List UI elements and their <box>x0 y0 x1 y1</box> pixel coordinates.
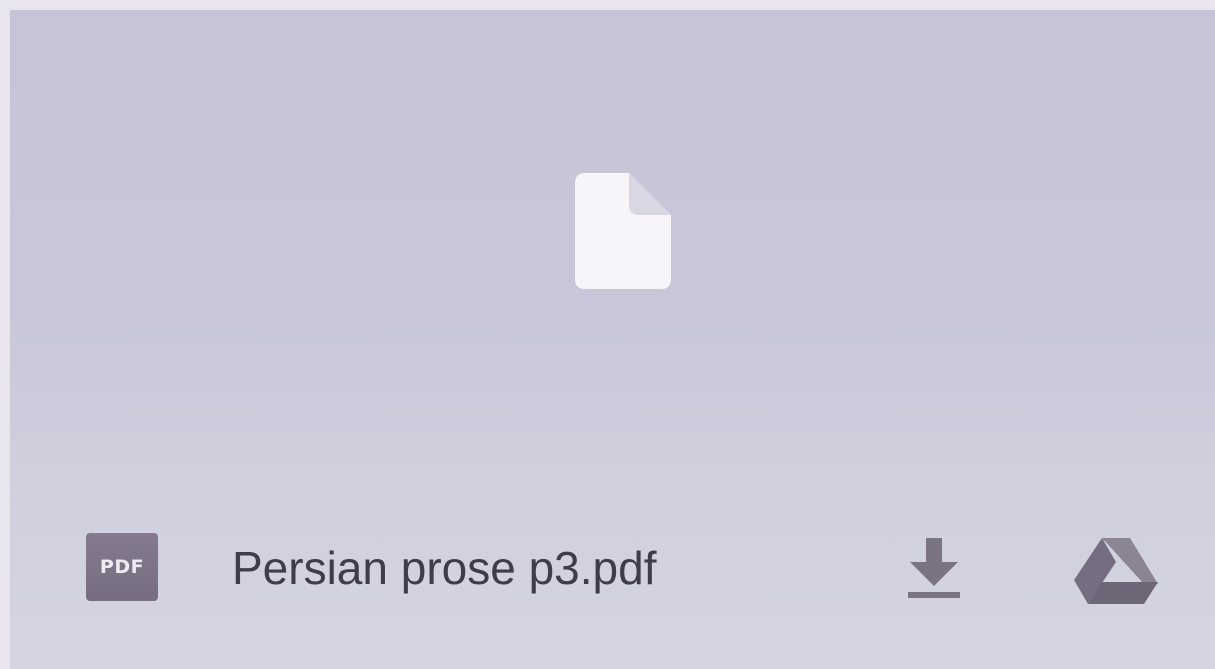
attachment-preview[interactable] <box>10 10 1215 500</box>
download-button[interactable] <box>904 534 964 602</box>
pdf-icon: PDF <box>86 533 158 601</box>
attachment-card[interactable]: PDF Persian prose p3.pdf <box>10 10 1215 669</box>
file-icon <box>575 173 671 289</box>
download-icon <box>908 538 960 598</box>
google-drive-icon <box>1074 538 1158 604</box>
save-to-drive-button[interactable] <box>1074 538 1158 604</box>
file-type-label: PDF <box>99 556 145 578</box>
file-name: Persian prose p3.pdf <box>232 542 657 594</box>
attachment-footer: PDF Persian prose p3.pdf <box>10 500 1215 669</box>
